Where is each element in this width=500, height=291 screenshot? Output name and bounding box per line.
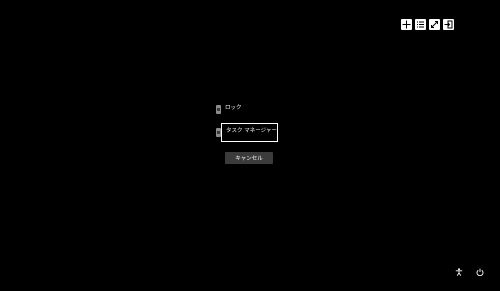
sign-in-icon bbox=[444, 20, 453, 29]
list-button[interactable] bbox=[415, 19, 426, 30]
list-icon bbox=[417, 21, 424, 28]
options-menu: ロック タスク マネージャー bbox=[216, 103, 278, 142]
lock-icon bbox=[216, 104, 221, 114]
move-icon bbox=[402, 20, 411, 29]
accessibility-button[interactable] bbox=[455, 268, 463, 276]
cancel-button[interactable]: キャンセル bbox=[225, 152, 273, 164]
accessibility-icon bbox=[455, 268, 463, 276]
lock-screen: ロック タスク マネージャー キャンセル bbox=[0, 0, 500, 291]
menu-item-label: タスク マネージャー bbox=[226, 127, 277, 134]
menu-item-label: ロック bbox=[225, 105, 242, 112]
menu-item-lock[interactable]: ロック bbox=[216, 103, 277, 115]
top-toolbar bbox=[401, 19, 454, 30]
sign-in-button[interactable] bbox=[443, 19, 454, 30]
power-icon bbox=[476, 268, 484, 276]
bottom-right-controls bbox=[455, 268, 484, 276]
expand-icon bbox=[431, 21, 438, 28]
expand-button[interactable] bbox=[429, 19, 440, 30]
power-button[interactable] bbox=[476, 268, 484, 276]
move-button[interactable] bbox=[401, 19, 412, 30]
menu-item-task-manager[interactable]: タスク マネージャー bbox=[216, 123, 278, 142]
